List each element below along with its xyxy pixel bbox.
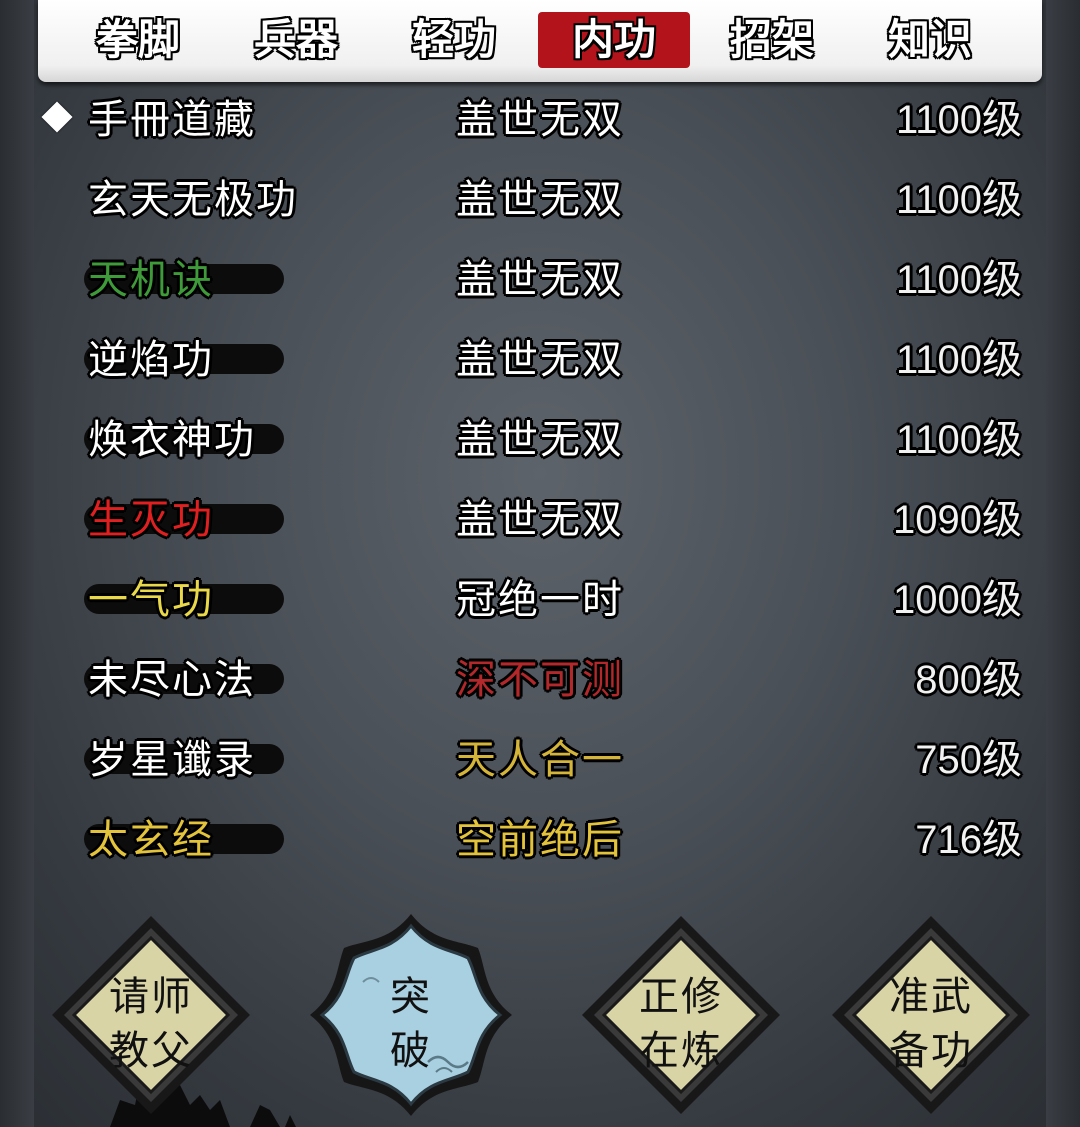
button-label-line2: 破 bbox=[390, 1028, 432, 1074]
skill-rank: 天人合一 bbox=[456, 737, 624, 783]
skill-name: 天机诀 bbox=[88, 257, 214, 303]
prepared-skill-button[interactable]: 准武 备功 bbox=[828, 912, 1034, 1118]
skill-row[interactable]: 焕衣神功 盖世无双 1100级 bbox=[38, 400, 1042, 480]
skill-rank: 盖世无双 bbox=[456, 417, 624, 463]
button-label-line1: 突 bbox=[390, 974, 432, 1020]
skill-level: 750级 bbox=[915, 738, 1022, 782]
button-label-line2: 教父 bbox=[109, 1028, 193, 1074]
skill-row[interactable]: 生灭功 盖世无双 1090级 bbox=[38, 480, 1042, 560]
skill-level: 1100级 bbox=[895, 418, 1022, 462]
skill-row[interactable]: 天机诀 盖世无双 1100级 bbox=[38, 240, 1042, 320]
skill-rank: 盖世无双 bbox=[456, 97, 624, 143]
button-label-line2: 备功 bbox=[889, 1028, 973, 1074]
skill-row[interactable]: 未尽心法 深不可测 800级 bbox=[38, 640, 1042, 720]
skill-name: 生灭功 bbox=[88, 497, 214, 543]
skill-rank: 盖世无双 bbox=[456, 177, 624, 223]
skill-name: 手冊道藏 bbox=[88, 97, 256, 143]
left-frame bbox=[0, 0, 34, 1127]
skill-level: 716级 bbox=[915, 818, 1022, 862]
skill-name: 焕衣神功 bbox=[88, 417, 256, 463]
skill-name: 一气功 bbox=[88, 577, 214, 623]
skill-row[interactable]: 一气功 冠绝一时 1000级 bbox=[38, 560, 1042, 640]
tab-zhaojia[interactable]: 招架 bbox=[696, 12, 848, 68]
skill-level: 1090级 bbox=[893, 498, 1022, 542]
tab-bingqi[interactable]: 兵器 bbox=[220, 12, 372, 68]
skill-row[interactable]: 太玄经 空前绝后 716级 bbox=[38, 800, 1042, 880]
selected-diamond-icon bbox=[41, 101, 73, 133]
skill-rank: 冠绝一时 bbox=[456, 577, 624, 623]
skill-rank: 盖世无双 bbox=[456, 497, 624, 543]
category-tab-bar: 拳脚 兵器 轻功 内功 招架 知识 bbox=[38, 0, 1042, 82]
skill-rank: 盖世无双 bbox=[456, 337, 624, 383]
skill-level: 800级 bbox=[915, 658, 1022, 702]
skill-row[interactable]: 逆焰功 盖世无双 1100级 bbox=[38, 320, 1042, 400]
tab-quanjiao[interactable]: 拳脚 bbox=[62, 12, 214, 68]
skill-level: 1100级 bbox=[895, 98, 1022, 142]
skill-level: 1100级 bbox=[895, 258, 1022, 302]
skill-name: 逆焰功 bbox=[88, 337, 214, 383]
skill-level: 1100级 bbox=[895, 338, 1022, 382]
skill-name: 岁星谶录 bbox=[88, 737, 256, 783]
skill-rank: 盖世无双 bbox=[456, 257, 624, 303]
skill-row[interactable]: 玄天无极功 盖世无双 1100级 bbox=[38, 160, 1042, 240]
button-label-line2: 在炼 bbox=[639, 1028, 723, 1074]
button-label-line1: 准武 bbox=[889, 974, 973, 1020]
skill-name: 未尽心法 bbox=[88, 657, 256, 703]
hire-master-button[interactable]: 请师 教父 bbox=[48, 912, 254, 1118]
cultivating-button[interactable]: 正修 在炼 bbox=[578, 912, 784, 1118]
button-label-line1: 正修 bbox=[639, 974, 723, 1020]
skill-rank: 空前绝后 bbox=[456, 817, 624, 863]
skill-row[interactable]: 岁星谶录 天人合一 750级 bbox=[38, 720, 1042, 800]
skill-level: 1000级 bbox=[893, 578, 1022, 622]
skill-row[interactable]: 手冊道藏 盖世无双 1100级 bbox=[38, 80, 1042, 160]
tab-neigong[interactable]: 内功 bbox=[538, 12, 690, 68]
breakthrough-button[interactable]: 突 破 bbox=[308, 912, 514, 1118]
skill-name: 太玄经 bbox=[88, 817, 214, 863]
skill-level: 1100级 bbox=[895, 178, 1022, 222]
right-frame bbox=[1046, 0, 1080, 1127]
skill-rank: 深不可测 bbox=[456, 657, 624, 703]
button-label-line1: 请师 bbox=[109, 974, 193, 1020]
skill-name: 玄天无极功 bbox=[88, 177, 298, 223]
tab-qinggong[interactable]: 轻功 bbox=[378, 12, 530, 68]
tab-zhishi[interactable]: 知识 bbox=[854, 12, 1006, 68]
